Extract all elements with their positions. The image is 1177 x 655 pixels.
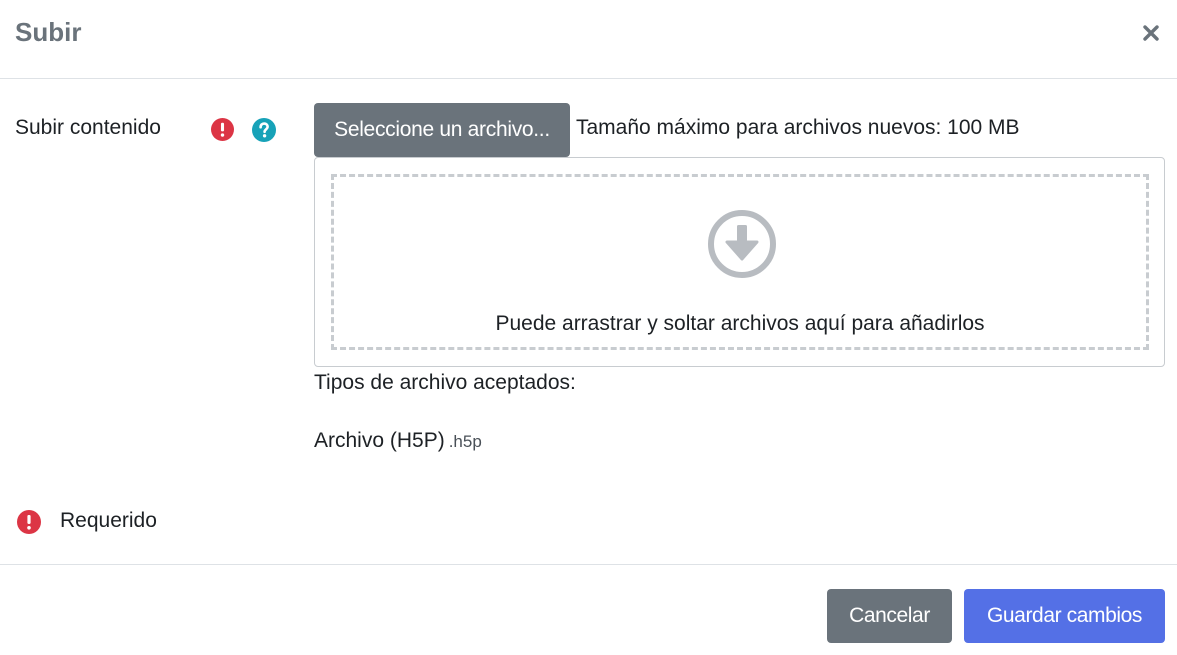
question-circle-icon[interactable] bbox=[252, 118, 276, 142]
arrow-circle-down-icon bbox=[708, 210, 776, 278]
upload-content-label: Subir contenido bbox=[15, 116, 161, 139]
accepted-type-extension: .h5p bbox=[448, 432, 482, 451]
close-icon bbox=[1143, 25, 1159, 41]
dialog-footer: Cancelar Guardar cambios bbox=[0, 564, 1177, 655]
dropzone-dashed-area[interactable]: Puede arrastrar y soltar archivos aquí p… bbox=[331, 174, 1149, 350]
close-button[interactable] bbox=[1138, 20, 1164, 46]
save-changes-button[interactable]: Guardar cambios bbox=[964, 589, 1165, 643]
accepted-type-name: Archivo (H5P) bbox=[314, 429, 445, 452]
max-file-size-text: Tamaño máximo para archivos nuevos: 100 … bbox=[576, 116, 1020, 139]
file-dropzone[interactable]: Puede arrastrar y soltar archivos aquí p… bbox=[314, 157, 1165, 367]
accepted-types-label: Tipos de archivo aceptados: bbox=[314, 371, 576, 394]
select-file-button[interactable]: Seleccione un archivo... bbox=[314, 103, 570, 157]
dialog-title: Subir bbox=[15, 17, 82, 47]
exclamation-circle-icon bbox=[211, 118, 234, 141]
upload-dialog: Subir Subir contenido Seleccione un arch… bbox=[0, 0, 1177, 655]
cancel-button[interactable]: Cancelar bbox=[827, 589, 952, 643]
exclamation-circle-icon bbox=[17, 510, 41, 534]
dialog-header: Subir bbox=[0, 0, 1177, 79]
accepted-type-item: Archivo (H5P) .h5p bbox=[314, 429, 482, 453]
dropzone-text: Puede arrastrar y soltar archivos aquí p… bbox=[495, 312, 985, 335]
required-legend-label: Requerido bbox=[60, 509, 157, 532]
